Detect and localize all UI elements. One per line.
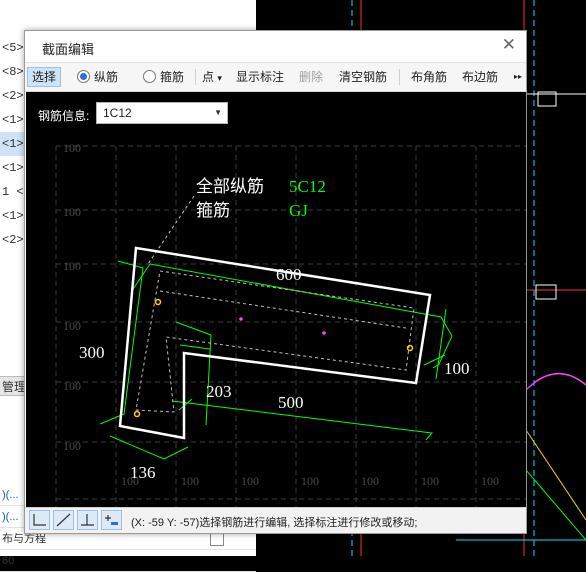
stirrup-outline[interactable] bbox=[135, 270, 415, 413]
chevron-down-icon: ▾ bbox=[217, 73, 222, 83]
radio-checked-icon bbox=[77, 70, 90, 83]
grid-label: 100 bbox=[63, 379, 81, 393]
dim-base-label[interactable]: 136 bbox=[130, 463, 156, 482]
add-point-button[interactable] bbox=[101, 510, 122, 530]
longitudinal-label: 纵筋 bbox=[94, 70, 119, 84]
section-edit-dialog: 截面编辑 ✕ 选择 纵筋 箍筋 点 ▾ 显示标注 删除 清空钢筋 布角筋 布边筋… bbox=[24, 30, 527, 534]
dialog-titlebar[interactable]: 截面编辑 ✕ bbox=[25, 31, 526, 62]
grid-label: 100 bbox=[481, 474, 499, 488]
dim-left-label[interactable]: 300 bbox=[79, 343, 105, 362]
rebar-point[interactable] bbox=[239, 317, 243, 321]
stirrup-text-label: 箍筋 bbox=[196, 201, 230, 220]
section-canvas[interactable]: 100 100 100 100 100 100 100 100 100 100 … bbox=[26, 92, 526, 507]
rebar-info-select[interactable]: 1C12 ▼ bbox=[96, 102, 228, 124]
section-drawing: 100 100 100 100 100 100 100 100 100 100 … bbox=[55, 141, 526, 507]
edge-rebar-button[interactable]: 布边筋 bbox=[462, 67, 498, 87]
stirrup-text-value[interactable]: GJ bbox=[289, 201, 308, 220]
rebar-point[interactable] bbox=[133, 410, 141, 418]
ortho-icon bbox=[33, 514, 46, 526]
row-link[interactable]: )(... bbox=[0, 511, 19, 523]
add-point-icon bbox=[105, 515, 118, 525]
diagonal-icon bbox=[56, 513, 71, 527]
all-long-value[interactable]: 5C12 bbox=[289, 177, 326, 196]
point-dropdown[interactable]: 点 ▾ bbox=[202, 67, 222, 87]
rebar-point[interactable] bbox=[406, 344, 414, 352]
perpendicular-icon bbox=[81, 514, 94, 526]
toolbar: 选择 纵筋 箍筋 点 ▾ 显示标注 删除 清空钢筋 布角筋 布边筋 ▸▸ bbox=[25, 62, 526, 92]
grid-label: 100 bbox=[63, 259, 81, 273]
delete-button[interactable]: 删除 bbox=[299, 67, 323, 87]
grid-label: 100 bbox=[241, 474, 259, 488]
grid-label: 100 bbox=[361, 474, 379, 488]
grid-label: 100 bbox=[63, 141, 81, 155]
close-icon[interactable]: ✕ bbox=[502, 35, 516, 55]
status-bar: (X: -59 Y: -57)选择钢筋进行编辑, 选择标注进行修改或移动; bbox=[25, 507, 526, 533]
rebar-point[interactable] bbox=[322, 331, 326, 335]
all-long-label: 全部纵筋 bbox=[196, 177, 264, 196]
dim-top-label[interactable]: 600 bbox=[276, 265, 302, 284]
grid-label: 100 bbox=[63, 439, 81, 453]
more-icon[interactable]: ▸▸ bbox=[514, 67, 522, 87]
ortho-snap-button[interactable] bbox=[29, 510, 50, 530]
select-button[interactable]: 选择 bbox=[27, 67, 62, 87]
clear-rebar-button[interactable]: 清空钢筋 bbox=[339, 67, 387, 87]
table-row[interactable]: 60 bbox=[0, 550, 256, 572]
row-text: 布与方程 bbox=[2, 533, 46, 545]
dim-right-label[interactable]: 100 bbox=[444, 359, 470, 378]
rebar-point[interactable] bbox=[154, 298, 162, 306]
toolbar-separator bbox=[399, 69, 400, 85]
dim-203-line[interactable] bbox=[175, 321, 212, 426]
stirrup-label: 箍筋 bbox=[160, 70, 185, 84]
dim-bottom-label[interactable]: 500 bbox=[278, 393, 304, 412]
section-outline[interactable] bbox=[118, 246, 432, 440]
rebar-info-label: 钢筋信息: bbox=[38, 109, 90, 123]
diagonal-snap-button[interactable] bbox=[53, 510, 74, 530]
grid-label: 100 bbox=[301, 474, 319, 488]
grid-label: 100 bbox=[421, 474, 439, 488]
status-message: (X: -59 Y: -57)选择钢筋进行编辑, 选择标注进行修改或移动; bbox=[131, 517, 418, 529]
perpendicular-snap-button[interactable] bbox=[77, 510, 98, 530]
stirrup-radio[interactable]: 箍筋 bbox=[143, 67, 184, 87]
grid-label: 100 bbox=[63, 205, 81, 219]
longitudinal-radio[interactable]: 纵筋 bbox=[77, 67, 118, 87]
row-checkbox[interactable] bbox=[210, 532, 224, 546]
row-link[interactable]: )(... bbox=[0, 489, 19, 501]
dialog-title: 截面编辑 bbox=[42, 42, 95, 57]
row-text: 60 bbox=[2, 555, 15, 567]
grid-label: 100 bbox=[181, 474, 199, 488]
chevron-down-icon: ▼ bbox=[214, 108, 222, 117]
grid-label: 100 bbox=[63, 319, 81, 333]
toolbar-separator bbox=[195, 69, 196, 85]
rebar-info-value: 1C12 bbox=[103, 106, 132, 120]
show-dimension-button[interactable]: 显示标注 bbox=[236, 67, 284, 87]
corner-rebar-button[interactable]: 布角筋 bbox=[411, 67, 447, 87]
point-label: 点 bbox=[202, 70, 215, 84]
dim-inner-label[interactable]: 203 bbox=[206, 382, 232, 401]
radio-unchecked-icon bbox=[143, 70, 156, 83]
